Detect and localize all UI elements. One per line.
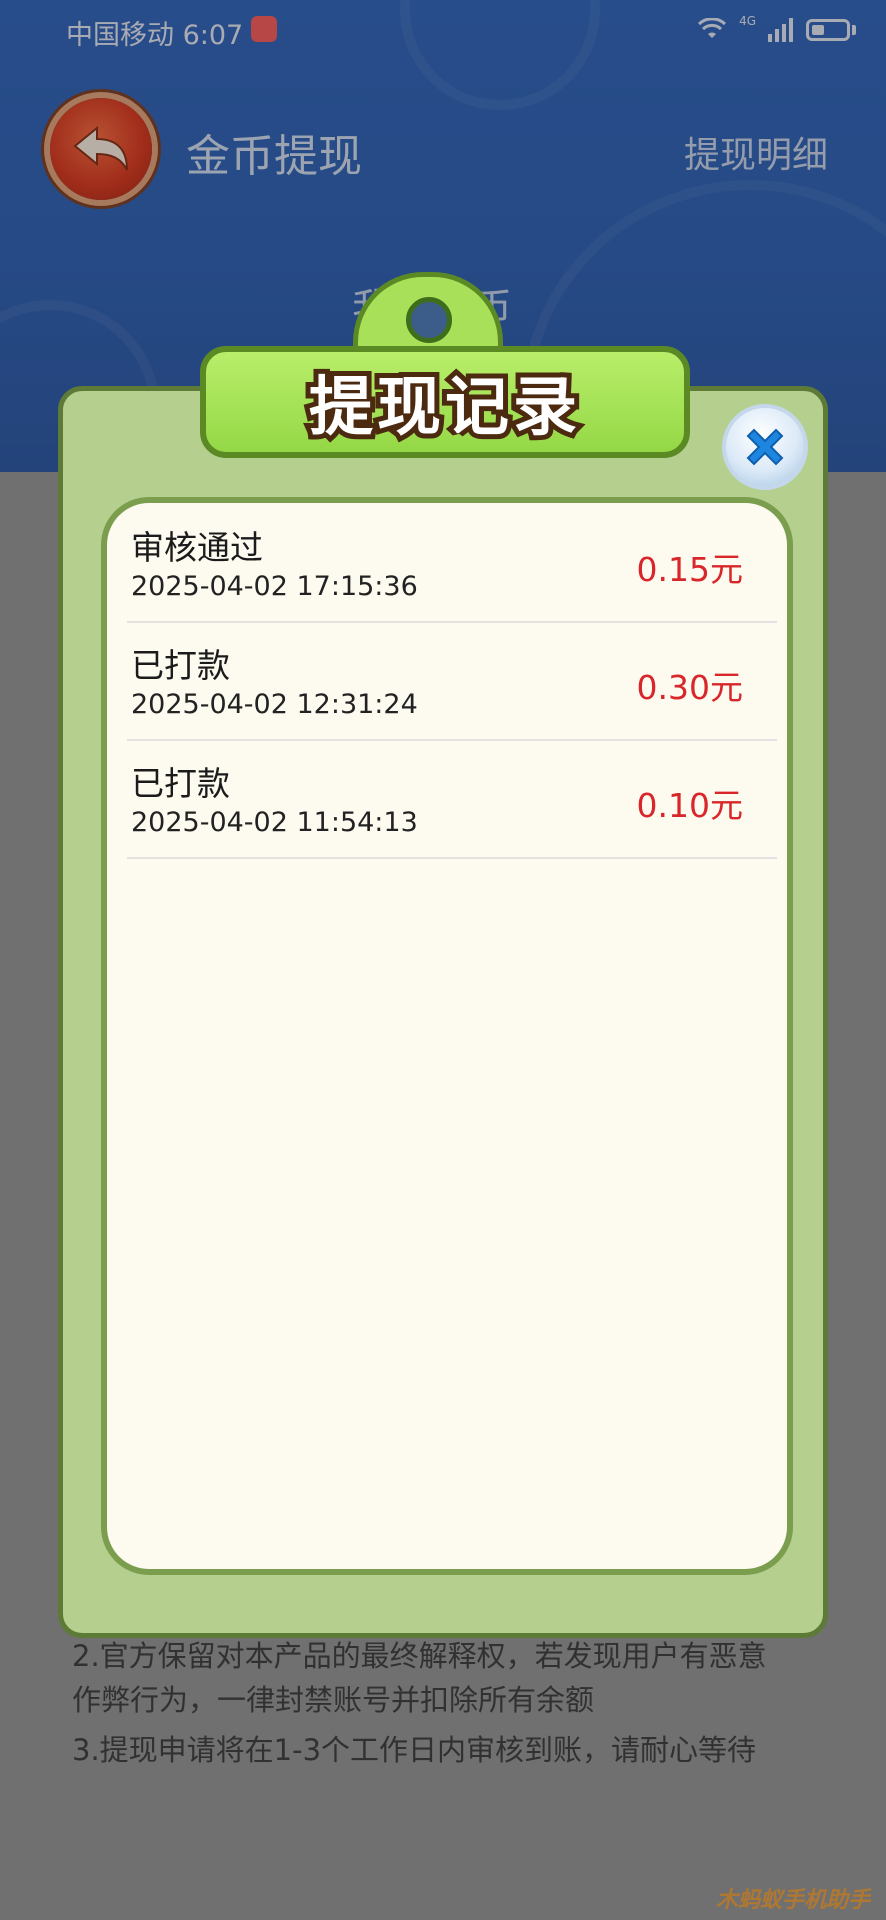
clipboard-hanger	[353, 272, 503, 352]
record-time: 2025-04-02 12:31:24	[131, 689, 418, 720]
clipboard-title-plate: 提现记录	[200, 346, 690, 458]
record-status: 已打款	[131, 764, 230, 803]
record-amount: 0.15元	[636, 550, 743, 589]
withdraw-records-modal: 审核通过 2025-04-02 17:15:36 0.15元 已打款 2025-…	[58, 386, 828, 1638]
record-status: 已打款	[131, 646, 230, 685]
record-time: 2025-04-02 11:54:13	[131, 807, 418, 838]
record-amount: 0.30元	[636, 668, 743, 707]
clipboard-hole	[406, 297, 452, 343]
record-status: 审核通过	[131, 528, 263, 567]
record-amount: 0.10元	[636, 786, 743, 825]
record-time: 2025-04-02 17:15:36	[131, 571, 418, 602]
modal-title-tab: 提现记录	[200, 272, 690, 472]
records-list: 审核通过 2025-04-02 17:15:36 0.15元 已打款 2025-…	[101, 497, 793, 1575]
close-icon	[746, 428, 784, 466]
record-row: 已打款 2025-04-02 11:54:13 0.10元	[127, 739, 777, 859]
record-row: 审核通过 2025-04-02 17:15:36 0.15元	[127, 503, 777, 623]
record-row: 已打款 2025-04-02 12:31:24 0.30元	[127, 621, 777, 741]
close-button[interactable]	[722, 404, 808, 490]
modal-title: 提现记录	[304, 366, 582, 450]
